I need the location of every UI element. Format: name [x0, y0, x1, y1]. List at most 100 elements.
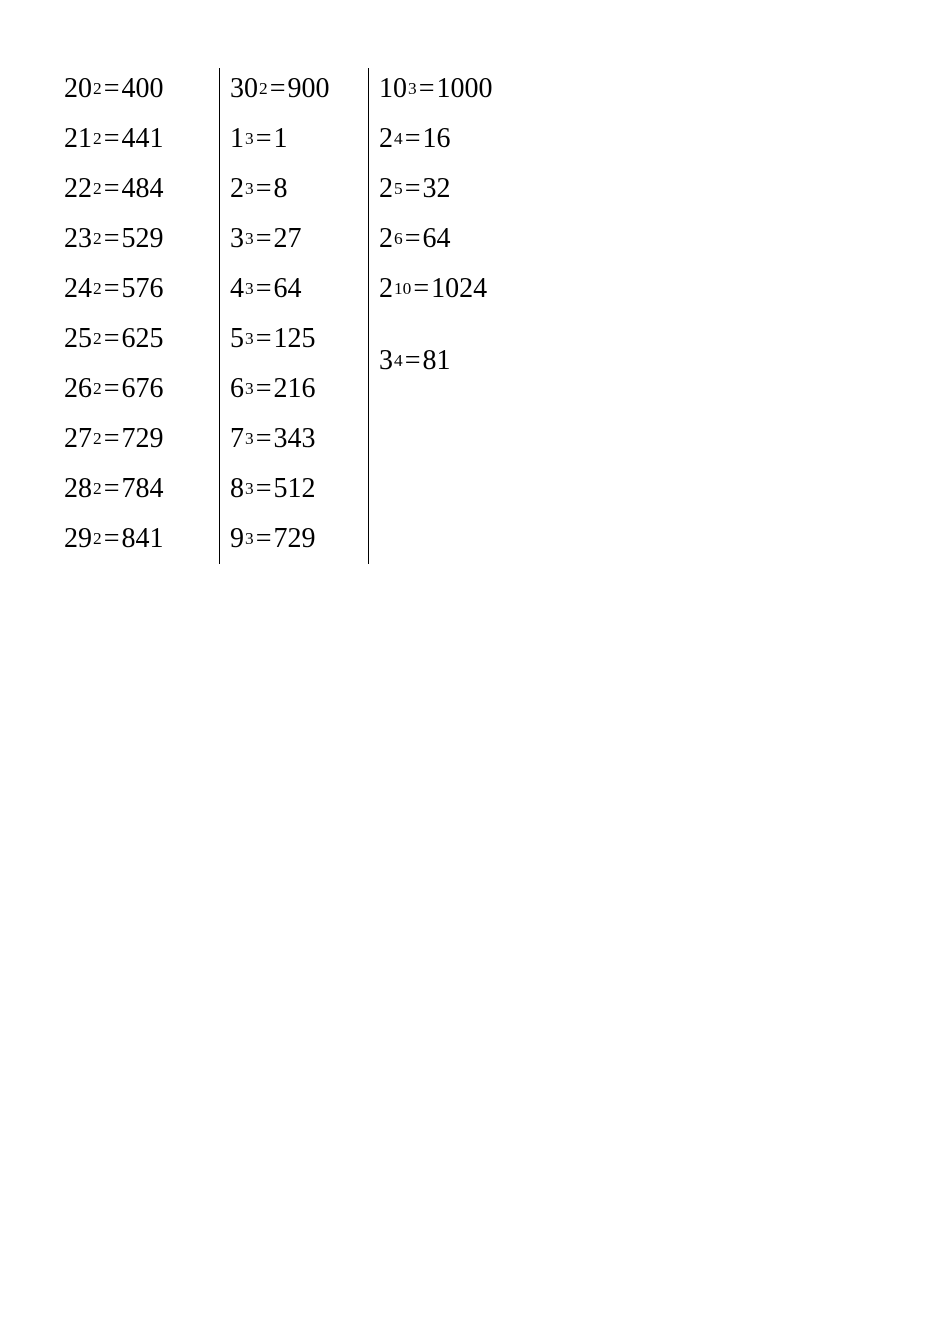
- base-number: 2: [230, 173, 244, 205]
- result-number: 8: [273, 173, 287, 205]
- result-number: 81: [422, 345, 450, 377]
- power-expression: 292=841: [54, 514, 219, 564]
- page: 202=400212=441222=484232=529242=576252=6…: [0, 0, 945, 584]
- base-number: 10: [379, 73, 407, 105]
- equals-sign: =: [418, 73, 437, 105]
- equals-sign: =: [103, 273, 122, 305]
- base-number: 4: [230, 273, 244, 305]
- base-number: 2: [379, 123, 393, 155]
- equals-sign: =: [404, 123, 423, 155]
- power-expression: 302=900: [220, 64, 368, 114]
- equals-sign: =: [255, 173, 274, 205]
- equals-sign: =: [404, 173, 423, 205]
- result-number: 576: [121, 273, 163, 305]
- base-number: 1: [230, 123, 244, 155]
- power-expression: 282=784: [54, 464, 219, 514]
- base-number: 2: [379, 223, 393, 255]
- base-number: 25: [64, 323, 92, 355]
- result-number: 625: [121, 323, 163, 355]
- base-number: 22: [64, 173, 92, 205]
- column-2: 302=90013=123=833=2743=6453=12563=21673=…: [220, 64, 368, 564]
- base-number: 23: [64, 223, 92, 255]
- base-number: 27: [64, 423, 92, 455]
- equals-sign: =: [103, 223, 122, 255]
- result-number: 441: [121, 123, 163, 155]
- result-number: 16: [422, 123, 450, 155]
- result-number: 27: [273, 223, 301, 255]
- power-expression: 272=729: [54, 414, 219, 464]
- power-expression: 202=400: [54, 64, 219, 114]
- result-number: 125: [273, 323, 315, 355]
- base-number: 28: [64, 473, 92, 505]
- power-expression: 24=16: [369, 114, 569, 164]
- result-number: 729: [121, 423, 163, 455]
- power-expression: 210=1024: [369, 264, 569, 314]
- power-expression: 13=1: [220, 114, 368, 164]
- base-number: 21: [64, 123, 92, 155]
- base-number: 3: [379, 345, 393, 377]
- base-number: 2: [379, 173, 393, 205]
- equals-sign: =: [404, 223, 423, 255]
- equals-sign: =: [255, 473, 274, 505]
- base-number: 7: [230, 423, 244, 455]
- base-number: 29: [64, 523, 92, 555]
- equals-sign: =: [255, 323, 274, 355]
- base-number: 24: [64, 273, 92, 305]
- equals-sign: =: [255, 123, 274, 155]
- equals-sign: =: [103, 373, 122, 405]
- power-expression: 26=64: [369, 214, 569, 264]
- result-number: 729: [273, 523, 315, 555]
- equals-sign: =: [269, 73, 288, 105]
- power-expression: 25=32: [369, 164, 569, 214]
- base-number: 6: [230, 373, 244, 405]
- equals-sign: =: [103, 473, 122, 505]
- result-number: 1000: [436, 73, 492, 105]
- result-number: 529: [121, 223, 163, 255]
- equals-sign: =: [255, 273, 274, 305]
- power-expression: 83=512: [220, 464, 368, 514]
- equals-sign: =: [255, 223, 274, 255]
- power-expression: 63=216: [220, 364, 368, 414]
- power-expression: 34=81: [369, 336, 569, 386]
- power-expression: 212=441: [54, 114, 219, 164]
- power-expression: 23=8: [220, 164, 368, 214]
- result-number: 484: [121, 173, 163, 205]
- power-expression: 103=1000: [369, 64, 569, 114]
- power-expression: 93=729: [220, 514, 368, 564]
- base-number: 9: [230, 523, 244, 555]
- result-number: 841: [121, 523, 163, 555]
- result-number: 32: [422, 173, 450, 205]
- result-number: 64: [422, 223, 450, 255]
- equals-sign: =: [255, 423, 274, 455]
- power-expression: 242=576: [54, 264, 219, 314]
- equals-sign: =: [103, 523, 122, 555]
- power-expression: 53=125: [220, 314, 368, 364]
- base-number: 8: [230, 473, 244, 505]
- power-expression: 232=529: [54, 214, 219, 264]
- result-number: 512: [273, 473, 315, 505]
- equals-sign: =: [103, 73, 122, 105]
- result-number: 784: [121, 473, 163, 505]
- power-expression: 262=676: [54, 364, 219, 414]
- equals-sign: =: [255, 373, 274, 405]
- power-expression: 222=484: [54, 164, 219, 214]
- result-number: 676: [121, 373, 163, 405]
- result-number: 1: [273, 123, 287, 155]
- result-number: 64: [273, 273, 301, 305]
- result-number: 1024: [431, 273, 487, 305]
- power-expression: 33=27: [220, 214, 368, 264]
- base-number: 30: [230, 73, 258, 105]
- base-number: 5: [230, 323, 244, 355]
- power-expression: 43=64: [220, 264, 368, 314]
- result-number: 900: [287, 73, 329, 105]
- equals-sign: =: [412, 273, 431, 305]
- result-number: 343: [273, 423, 315, 455]
- equals-sign: =: [103, 423, 122, 455]
- base-number: 20: [64, 73, 92, 105]
- equals-sign: =: [404, 345, 423, 377]
- equals-sign: =: [103, 323, 122, 355]
- equals-sign: =: [103, 173, 122, 205]
- equals-sign: =: [255, 523, 274, 555]
- power-expression: 252=625: [54, 314, 219, 364]
- base-number: 3: [230, 223, 244, 255]
